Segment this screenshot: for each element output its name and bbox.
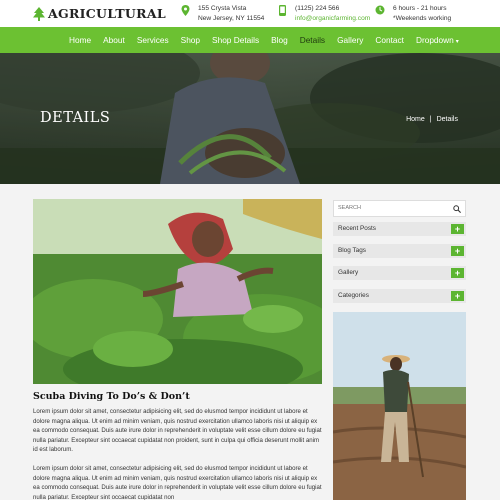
search-icon[interactable] (453, 205, 461, 213)
tree-logo-icon (33, 6, 45, 21)
widget-label: Blog Tags (338, 247, 366, 254)
widget-label: Recent Posts (338, 225, 377, 232)
nav-item-about[interactable]: About (97, 27, 131, 53)
email-link[interactable]: info@organicfarming.com (295, 14, 370, 24)
site-logo[interactable]: AGRICULTURAL (33, 6, 166, 21)
post-paragraph: Lorem ipsum dolor sit amet, consectetur … (33, 408, 322, 454)
main-nav: Home About Services Shop Shop Details Bl… (0, 27, 500, 53)
address-line-2: New Jersey, NY 11554 (198, 15, 265, 22)
address-line-1: 155 Crysta Vista (198, 5, 247, 12)
sidebar-image (333, 312, 466, 500)
search-input[interactable] (338, 205, 448, 211)
farmer-photo (333, 312, 466, 500)
widget-blog-tags[interactable]: Blog Tags + (333, 244, 466, 258)
widget-label: Categories (338, 292, 369, 299)
nav-item-gallery[interactable]: Gallery (331, 27, 369, 53)
contact-info: (1125) 224 566 info@organicfarming.com (278, 4, 370, 24)
breadcrumb: Home | Details (406, 116, 458, 123)
page-banner: DETAILS Home | Details (0, 53, 500, 184)
phone-number[interactable]: (1125) 224 566 (295, 4, 370, 14)
clock-icon (375, 5, 385, 15)
nav-item-home[interactable]: Home (63, 27, 97, 53)
breadcrumb-separator: | (429, 116, 432, 123)
nav-item-blog[interactable]: Blog (265, 27, 294, 53)
nav-item-dropdown[interactable]: Dropdown ▾ (410, 27, 465, 53)
hours-info: 6 hours - 21 hours *Weekends working (375, 4, 451, 24)
widget-categories[interactable]: Categories + (333, 289, 466, 303)
nav-item-shop-details[interactable]: Shop Details (206, 27, 265, 53)
plus-icon[interactable]: + (451, 291, 464, 301)
phone-icon (279, 5, 286, 16)
hours-line-2: *Weekends working (393, 15, 452, 22)
plus-icon[interactable]: + (451, 224, 464, 234)
widget-label: Gallery (338, 269, 359, 276)
search-box (333, 200, 466, 217)
dropdown-label: Dropdown (415, 35, 454, 45)
nav-item-contact[interactable]: Contact (369, 27, 410, 53)
chevron-down-icon: ▾ (455, 39, 459, 45)
plus-icon[interactable]: + (451, 246, 464, 256)
plus-icon[interactable]: + (451, 268, 464, 278)
location-pin-icon (181, 5, 190, 16)
tea-picker-photo (33, 199, 322, 384)
address-info: 155 Crysta Vista New Jersey, NY 11554 (181, 4, 264, 24)
nav-item-details[interactable]: Details (294, 27, 331, 53)
page-title: DETAILS (40, 110, 111, 126)
site-header: AGRICULTURAL 155 Crysta Vista New Jersey… (0, 0, 500, 27)
hours-line-1: 6 hours - 21 hours (393, 5, 447, 12)
logo-text: AGRICULTURAL (48, 6, 166, 21)
nav-item-shop[interactable]: Shop (175, 27, 206, 53)
post-title: Scuba Diving To Do’s & Don’t (33, 391, 190, 402)
breadcrumb-home[interactable]: Home (406, 116, 425, 123)
breadcrumb-current: Details (436, 116, 458, 123)
nav-item-services[interactable]: Services (131, 27, 175, 53)
post-image (33, 199, 322, 384)
post-paragraph: Lorem ipsum dolor sit amet, consectetur … (33, 465, 322, 500)
widget-gallery[interactable]: Gallery + (333, 266, 466, 280)
widget-recent-posts[interactable]: Recent Posts + (333, 222, 466, 236)
